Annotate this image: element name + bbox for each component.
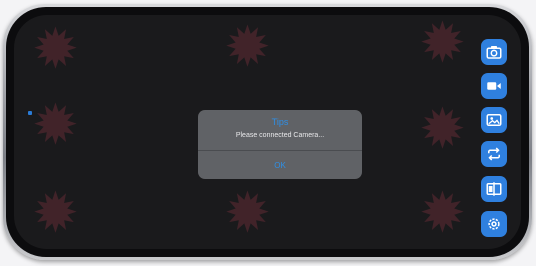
watermark-star-icon: ✹ bbox=[419, 181, 466, 244]
phone-bezel: ✹ ✹ ✹ ✹ ✹ ✹ ✹ ✹ Tips Please connected Ca… bbox=[6, 7, 529, 257]
watermark-star-icon: ✹ bbox=[419, 15, 466, 74]
switch-camera-button[interactable] bbox=[481, 141, 507, 167]
split-view-icon bbox=[486, 182, 502, 196]
indicator-dot bbox=[28, 111, 32, 115]
camera-icon bbox=[486, 46, 502, 59]
watermark-star-icon: ✹ bbox=[419, 97, 466, 160]
watermark-star-icon: ✹ bbox=[224, 181, 271, 244]
dialog-message: Please connected Camera... bbox=[235, 132, 325, 139]
watermark-star-icon: ✹ bbox=[32, 93, 79, 156]
repeat-icon bbox=[488, 147, 500, 161]
camera-photo-button[interactable] bbox=[481, 39, 507, 65]
video-camera-icon bbox=[487, 82, 501, 90]
split-view-button[interactable] bbox=[481, 176, 507, 202]
gear-icon bbox=[488, 218, 500, 230]
image-icon bbox=[486, 114, 502, 126]
ok-button[interactable]: OK bbox=[198, 151, 362, 179]
watermark-star-icon: ✹ bbox=[224, 15, 271, 78]
tips-dialog: Tips Please connected Camera... OK bbox=[198, 110, 362, 179]
watermark-star-icon: ✹ bbox=[32, 17, 79, 80]
camera-preview-screen: ✹ ✹ ✹ ✹ ✹ ✹ ✹ ✹ Tips Please connected Ca… bbox=[14, 15, 521, 249]
phone-frame: ✹ ✹ ✹ ✹ ✹ ✹ ✹ ✹ Tips Please connected Ca… bbox=[3, 4, 532, 260]
gallery-button[interactable] bbox=[481, 107, 507, 133]
watermark-star-icon: ✹ bbox=[32, 181, 79, 244]
video-record-button[interactable] bbox=[481, 73, 507, 99]
settings-button[interactable] bbox=[481, 211, 507, 237]
dialog-title: Tips bbox=[271, 117, 289, 127]
